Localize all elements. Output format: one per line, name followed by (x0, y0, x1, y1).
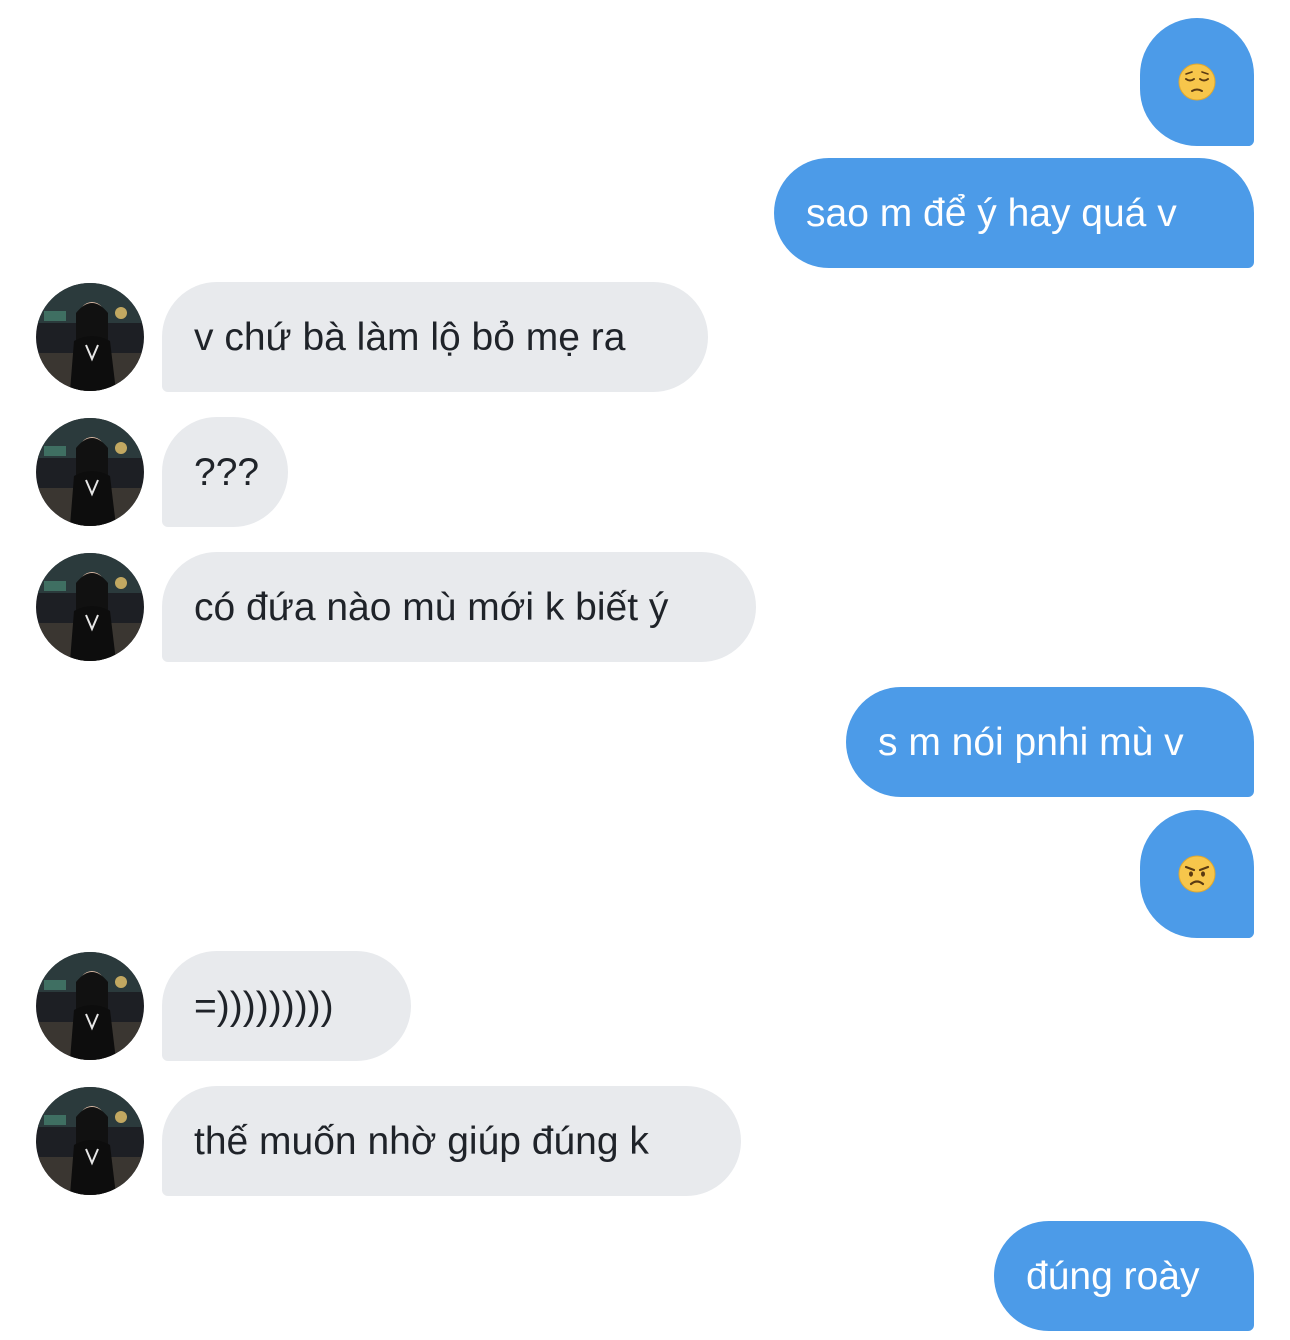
sent-message-bubble[interactable] (1140, 18, 1254, 146)
message-text: s m nói pnhi mù v (878, 720, 1184, 764)
contact-avatar[interactable] (36, 553, 144, 661)
received-message-bubble[interactable]: =))))))))) (162, 951, 411, 1061)
received-message-bubble[interactable]: thế muốn nhờ giúp đúng k (162, 1086, 741, 1196)
message-text: có đứa nào mù mới k biết ý (194, 585, 669, 629)
sent-message-bubble[interactable]: sao m để ý hay quá v (774, 158, 1254, 268)
sent-message-bubble[interactable]: đúng roày (994, 1221, 1254, 1331)
contact-avatar[interactable] (36, 283, 144, 391)
message-text: =))))))))) (194, 984, 334, 1028)
received-message-bubble[interactable]: có đứa nào mù mới k biết ý (162, 552, 756, 662)
received-message-bubble[interactable]: v chứ bà làm lộ bỏ mẹ ra (162, 282, 708, 392)
contact-avatar[interactable] (36, 1087, 144, 1195)
message-text: sao m để ý hay quá v (806, 191, 1177, 235)
message-text: thế muốn nhờ giúp đúng k (194, 1119, 649, 1163)
message-text: đúng roày (1026, 1254, 1200, 1298)
message-text: v chứ bà làm lộ bỏ mẹ ra (194, 315, 626, 359)
sent-message-bubble[interactable] (1140, 810, 1254, 938)
pensive-face-icon (1178, 63, 1216, 101)
message-text: ??? (194, 450, 260, 494)
contact-avatar[interactable] (36, 418, 144, 526)
received-message-bubble[interactable]: ??? (162, 417, 288, 527)
sent-message-bubble[interactable]: s m nói pnhi mù v (846, 687, 1254, 797)
message-thread: sao m để ý hay quá v v chứ bà làm lộ bỏ … (0, 0, 1290, 1340)
contact-avatar[interactable] (36, 952, 144, 1060)
angry-face-icon (1178, 855, 1216, 893)
